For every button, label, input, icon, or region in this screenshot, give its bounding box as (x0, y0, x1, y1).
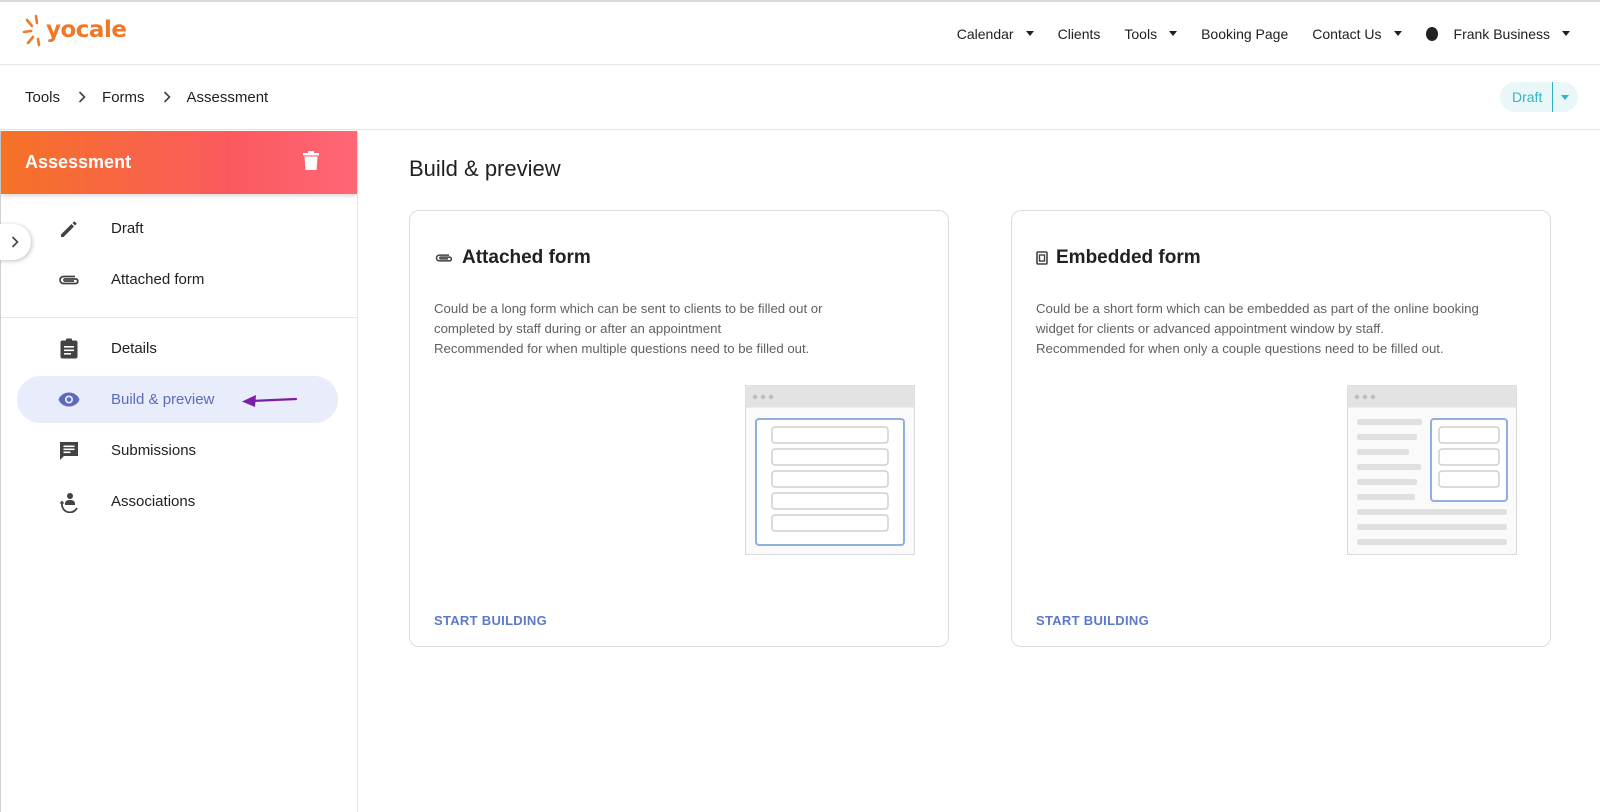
embed-icon (1036, 251, 1048, 265)
eye-icon (57, 388, 81, 412)
card-title: Attached form (434, 247, 591, 269)
page-title: Build & preview (409, 156, 561, 181)
sidebar-item-label: Attached form (111, 271, 205, 288)
yocale-logo[interactable]: yocale (22, 10, 127, 50)
arrow-annotation-icon (242, 395, 298, 407)
sidebar-divider (1, 317, 358, 318)
nav-label: Contact Us (1312, 25, 1382, 42)
desc-line: completed by staff during or after an ap… (434, 321, 722, 336)
status-divider (1552, 82, 1553, 112)
sidebar-item-submissions[interactable]: Submissions (17, 427, 338, 474)
sidebar-title: Assessment (25, 152, 132, 172)
clipboard-icon (57, 337, 81, 361)
card-title: Embedded form (1036, 247, 1201, 269)
nav-clients[interactable]: Clients (1058, 26, 1101, 42)
associations-icon (57, 490, 81, 514)
nav-label: Calendar (956, 25, 1014, 42)
attached-form-card: Attached form Could be a long form which… (409, 210, 949, 647)
chevron-down-icon (1562, 31, 1570, 36)
nav-booking-page[interactable]: Booking Page (1201, 26, 1288, 42)
chevron-down-icon (1561, 94, 1569, 100)
sidebar-item-label: Associations (111, 493, 196, 510)
chevron-down-icon (1393, 31, 1402, 36)
trash-icon[interactable] (303, 150, 319, 175)
nav-tools[interactable]: Tools (1124, 25, 1178, 42)
nav-label: Booking Page (1201, 25, 1289, 42)
top-navbar: yocale Calendar Clients Tools Booking Pa… (0, 0, 1600, 65)
chevron-down-icon (1025, 31, 1034, 36)
chevron-right-icon (11, 236, 19, 248)
paperclip-icon (434, 252, 454, 264)
sidebar-item-label: Build & preview (111, 391, 215, 408)
attached-form-illustration (745, 385, 915, 555)
nav-calendar[interactable]: Calendar (957, 26, 1034, 42)
card-description: Could be a short form which can be embed… (1036, 299, 1526, 359)
start-building-button[interactable]: START BUILDING (1036, 613, 1149, 628)
breadcrumb-assessment: Assessment (186, 88, 269, 106)
breadcrumb: Tools Forms Assessment Draft (0, 65, 1600, 130)
desc-line: Recommended for when only a couple quest… (1036, 341, 1444, 356)
brand-name: yocale (46, 17, 127, 43)
start-building-button[interactable]: START BUILDING (434, 613, 547, 628)
breadcrumb-tools[interactable]: Tools (25, 89, 60, 106)
status-label: Draft (1512, 89, 1543, 105)
nav-label: Clients (1057, 25, 1101, 42)
sun-logo-icon (22, 14, 41, 47)
chevron-right-icon (78, 91, 86, 103)
desc-line: Could be a short form which can be embed… (1036, 301, 1479, 316)
comment-icon (57, 439, 81, 463)
chevron-right-icon (163, 91, 171, 103)
desc-line: Recommended for when multiple questions … (434, 341, 810, 356)
desc-line: Could be a long form which can be sent t… (434, 301, 823, 316)
main-nav: Calendar Clients Tools Booking Page Cont… (933, 2, 1570, 65)
chevron-down-icon (1169, 31, 1178, 36)
card-description: Could be a long form which can be sent t… (434, 299, 894, 359)
card-title-text: Attached form (462, 247, 591, 268)
nav-label: Tools (1124, 25, 1158, 42)
sidebar-item-label: Submissions (111, 442, 197, 459)
sidebar-item-associations[interactable]: Associations (17, 478, 338, 525)
embedded-form-card: Embedded form Could be a short form whic… (1011, 210, 1551, 647)
embedded-form-illustration (1347, 385, 1517, 555)
pencil-icon (57, 217, 81, 241)
user-menu[interactable]: Frank Business (1425, 25, 1570, 42)
sidebar-item-draft[interactable]: Draft (17, 205, 338, 252)
sidebar-item-attached-form[interactable]: Attached form (17, 256, 338, 303)
nav-contact-us[interactable]: Contact Us (1312, 25, 1402, 42)
breadcrumb-forms[interactable]: Forms (102, 89, 145, 106)
card-title-text: Embedded form (1056, 247, 1201, 268)
sidebar-item-details[interactable]: Details (17, 325, 338, 372)
status-dropdown[interactable]: Draft (1500, 82, 1578, 112)
sidebar: Assessment Draft Attached form Details B… (0, 131, 358, 812)
avatar (1425, 26, 1438, 41)
sidebar-item-label: Details (111, 340, 157, 357)
sidebar-header: Assessment (1, 131, 357, 194)
sidebar-item-label: Draft (111, 220, 144, 237)
paperclip-icon (57, 268, 81, 292)
desc-line: widget for clients or advanced appointme… (1036, 321, 1384, 336)
user-name: Frank Business (1453, 25, 1550, 42)
